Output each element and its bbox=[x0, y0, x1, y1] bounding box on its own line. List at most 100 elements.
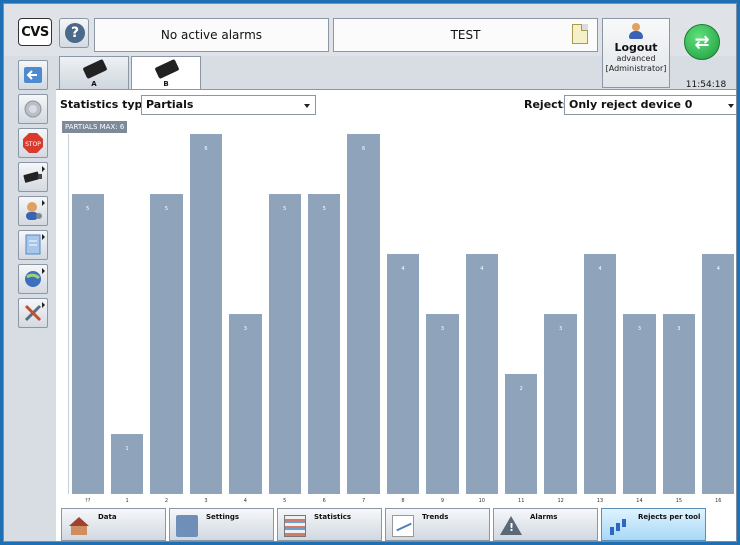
chart-bar bbox=[505, 374, 538, 494]
bar-value-label: 4 bbox=[716, 266, 720, 272]
x-tick-label: 5 bbox=[283, 498, 287, 504]
x-tick-label: 14 bbox=[636, 498, 643, 504]
chart-bar bbox=[702, 254, 735, 494]
svg-text:STOP: STOP bbox=[25, 141, 41, 148]
document-icon bbox=[25, 234, 41, 255]
chevron-down-icon bbox=[728, 104, 734, 108]
alarms-button-label: Alarms bbox=[530, 513, 558, 521]
user-menu-button[interactable] bbox=[18, 196, 48, 226]
bar-value-label: 3 bbox=[243, 326, 247, 332]
bar-value-label: 3 bbox=[637, 326, 642, 332]
x-tick-label: 12 bbox=[557, 498, 564, 504]
user-level: advanced bbox=[616, 54, 656, 63]
chart-bar bbox=[544, 314, 577, 494]
logout-button[interactable]: Logout advanced [Administrator] bbox=[602, 18, 670, 88]
camera-icon bbox=[23, 171, 42, 183]
x-tick-label: 10 bbox=[478, 498, 485, 504]
tools-icon bbox=[24, 304, 42, 322]
x-tick-label: 8 bbox=[401, 498, 405, 504]
file-icon[interactable] bbox=[572, 24, 588, 44]
x-tick-label: 11 bbox=[518, 498, 525, 504]
bar-value-label: 1 bbox=[125, 446, 129, 452]
chevron-down-icon bbox=[304, 104, 310, 108]
user-role: [Administrator] bbox=[605, 64, 667, 73]
bar-value-label: 5 bbox=[283, 206, 287, 212]
logout-label: Logout bbox=[614, 41, 658, 54]
cvs-logo: CVS bbox=[18, 18, 52, 46]
chart-bar bbox=[623, 314, 656, 494]
bar-value-label: 6 bbox=[204, 146, 208, 152]
camera-menu-button[interactable] bbox=[18, 162, 48, 192]
chart-bar bbox=[583, 254, 617, 494]
chart-bar bbox=[268, 194, 301, 494]
user-settings-icon bbox=[26, 202, 42, 220]
x-tick-label: 6 bbox=[322, 498, 326, 504]
document-menu-button[interactable] bbox=[18, 230, 48, 260]
help-icon: ? bbox=[65, 23, 85, 43]
rejects-per-tool-button-label: Rejects per tool bbox=[638, 513, 701, 521]
help-button[interactable]: ? bbox=[59, 18, 89, 48]
tab-a-label: A bbox=[91, 80, 97, 88]
tab-a[interactable]: A bbox=[59, 56, 129, 90]
chart-bar bbox=[347, 134, 380, 494]
tools-menu-button[interactable] bbox=[18, 298, 48, 328]
chart-bar bbox=[189, 134, 223, 494]
chart-bar bbox=[465, 254, 498, 494]
bar-value-label: 4 bbox=[480, 266, 484, 272]
alarm-icon bbox=[500, 515, 522, 537]
network-icon bbox=[25, 271, 41, 287]
chart-title: PARTIALS MAX: 6 bbox=[62, 121, 128, 133]
trends-button[interactable]: Trends bbox=[385, 508, 490, 541]
chart-bar bbox=[662, 314, 696, 494]
bar-value-label: 2 bbox=[519, 386, 523, 392]
user-icon bbox=[627, 23, 645, 39]
alarm-status-text: No active alarms bbox=[160, 28, 263, 42]
stop-icon: STOP bbox=[23, 133, 43, 153]
x-tick-label: 3 bbox=[204, 498, 208, 504]
sync-status-icon[interactable]: ⇄ bbox=[684, 24, 720, 60]
network-menu-button[interactable] bbox=[18, 264, 48, 294]
tab-b[interactable]: B bbox=[131, 56, 201, 90]
settings-button[interactable]: Settings bbox=[169, 508, 274, 541]
statistics-type-select[interactable]: Partials bbox=[141, 95, 316, 115]
bar-value-label: 3 bbox=[677, 326, 681, 332]
chart-bar bbox=[426, 314, 459, 494]
data-button[interactable]: Data bbox=[61, 508, 166, 541]
statistics-icon bbox=[284, 515, 306, 537]
bar-value-label: 6 bbox=[361, 146, 366, 152]
camera-icon bbox=[82, 58, 108, 80]
rejects-select[interactable]: Only reject device 0 bbox=[564, 95, 736, 115]
chart-bar bbox=[229, 314, 262, 494]
chart-axis-line bbox=[68, 134, 69, 494]
bar-value-label: 3 bbox=[440, 326, 444, 332]
x-tick-label: 4 bbox=[243, 498, 247, 504]
statistics-button[interactable]: Statistics bbox=[277, 508, 382, 541]
bar-chart: 5?? 1 1 5 2 6 3 3 4 5 5 5 6 6 7 4 8 3 9 4 10 2 11 3 12 4 13 3 14 3 15 4… bbox=[68, 134, 736, 504]
chart-bar bbox=[110, 434, 144, 494]
settings-icon bbox=[176, 515, 198, 537]
x-tick-label: 7 bbox=[361, 498, 366, 504]
disabled-icon bbox=[24, 100, 42, 118]
chart-bar bbox=[308, 194, 341, 494]
statistics-type-label: Statistics type bbox=[60, 98, 150, 111]
statistics-button-label: Statistics bbox=[314, 513, 352, 521]
trends-button-label: Trends bbox=[422, 513, 449, 521]
data-button-label: Data bbox=[98, 513, 117, 521]
home-icon bbox=[68, 515, 90, 537]
bar-value-label: 5 bbox=[164, 206, 169, 212]
bar-value-label: 3 bbox=[559, 326, 563, 332]
bar-value-label: 4 bbox=[598, 266, 602, 272]
rejects-chart-icon bbox=[608, 515, 630, 537]
alarms-button[interactable]: Alarms bbox=[493, 508, 598, 541]
trends-icon bbox=[392, 515, 414, 537]
stop-button[interactable]: STOP bbox=[18, 128, 48, 158]
disabled-button[interactable] bbox=[18, 94, 48, 124]
bar-value-label: 5 bbox=[322, 206, 326, 212]
rejects-per-tool-button[interactable]: Rejects per tool bbox=[601, 508, 706, 541]
alarm-status-box: No active alarms bbox=[94, 18, 329, 52]
x-tick-label: 15 bbox=[675, 498, 683, 504]
rejects-value: Only reject device 0 bbox=[569, 98, 693, 111]
back-button[interactable] bbox=[18, 60, 48, 90]
chart-bar bbox=[71, 194, 104, 494]
bar-value-label: 4 bbox=[401, 266, 405, 272]
